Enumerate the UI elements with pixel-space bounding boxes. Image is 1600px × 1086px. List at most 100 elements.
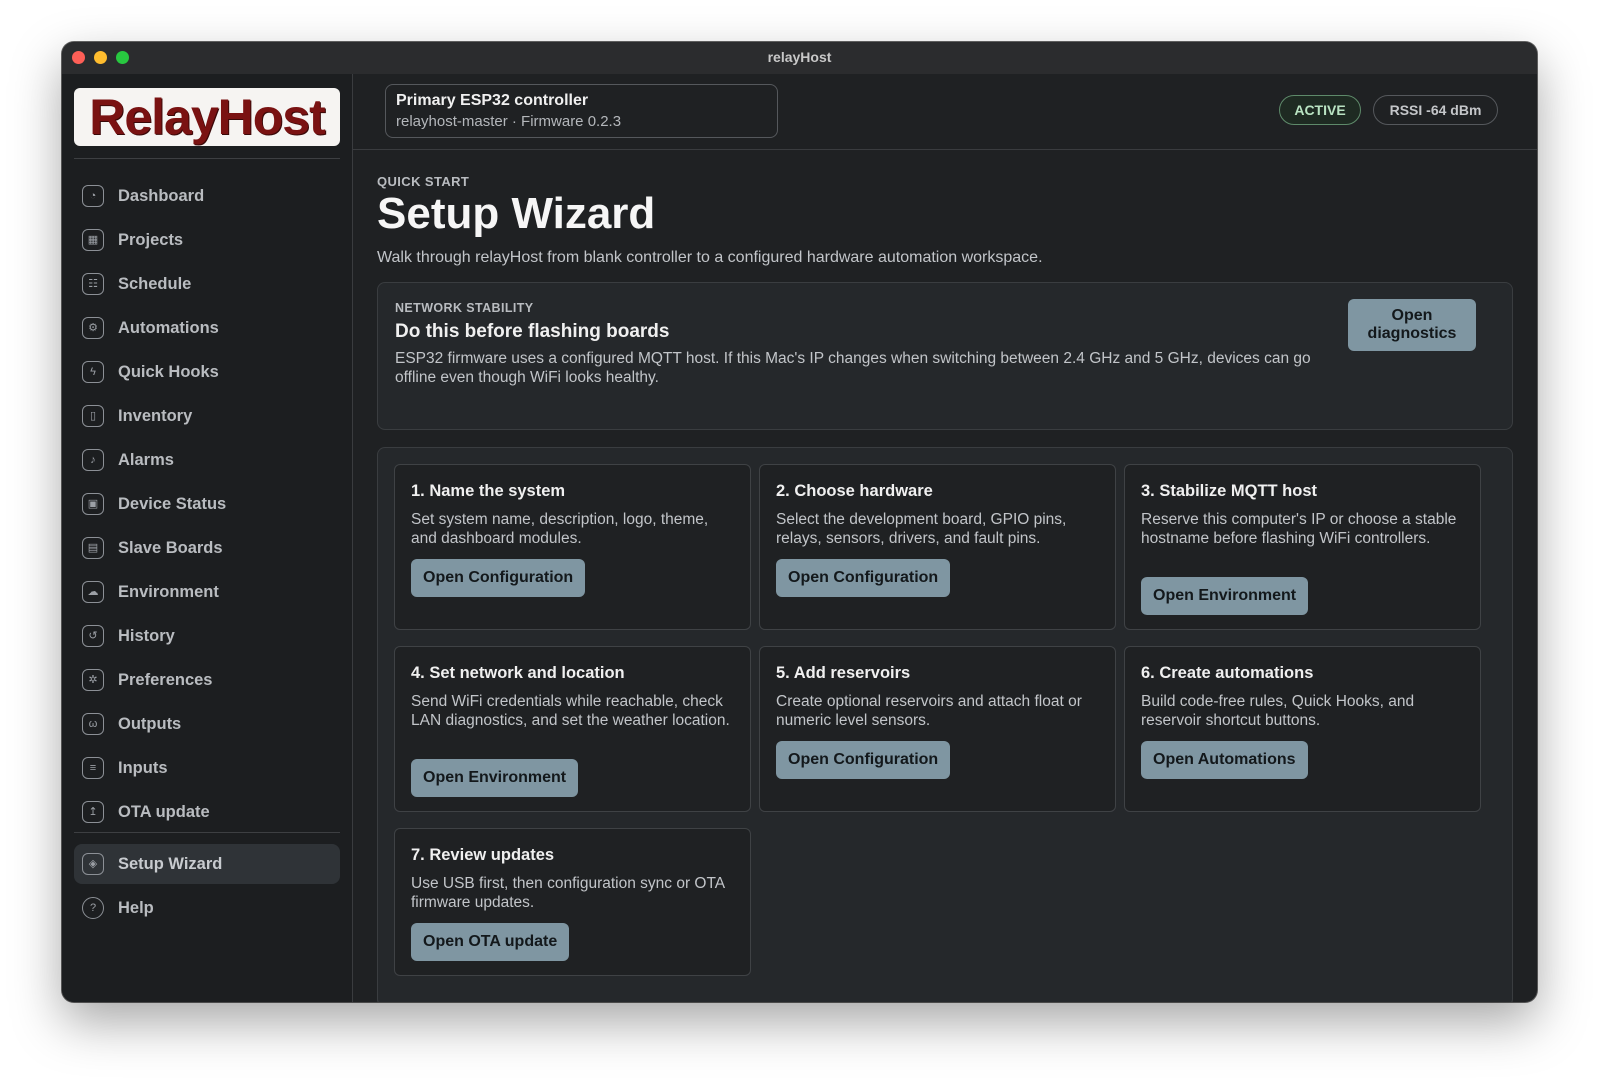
step-card-choose-hardware: 2. Choose hardware Select the developmen… bbox=[759, 464, 1116, 630]
sidebar-item-label: Projects bbox=[118, 230, 184, 249]
notice-eyebrow: NETWORK STABILITY bbox=[395, 301, 534, 315]
sidebar-item-projects[interactable]: ▦ Projects bbox=[74, 220, 340, 260]
sidebar-item-slave-boards[interactable]: ▤ Slave Boards bbox=[74, 528, 340, 568]
sidebar-item-label: Preferences bbox=[118, 670, 213, 689]
sidebar-item-environment[interactable]: ☁ Environment bbox=[74, 572, 340, 612]
open-environment-button[interactable]: Open Environment bbox=[411, 759, 579, 797]
step-card-name-system: 1. Name the system Set system name, desc… bbox=[394, 464, 751, 630]
help-icon: ? bbox=[82, 897, 104, 919]
step-body: Create optional reservoirs and attach fl… bbox=[776, 693, 1082, 729]
app-window: relayHost RelayHost ◔ Dashboard ▦ Projec… bbox=[62, 42, 1537, 1002]
top-bar: Primary ESP32 controller relayhost-maste… bbox=[353, 74, 1537, 150]
sidebar-item-outputs[interactable]: ω Outputs bbox=[74, 704, 340, 744]
history-icon: ↺ bbox=[82, 625, 104, 647]
step-body: Set system name, description, logo, them… bbox=[411, 511, 709, 547]
step-title: 1. Name the system bbox=[411, 482, 566, 500]
controller-subtitle: relayhost-master · Firmware 0.2.3 bbox=[396, 113, 622, 130]
sidebar-item-label: Environment bbox=[118, 582, 219, 601]
page-title: Setup Wizard bbox=[377, 189, 656, 238]
sidebar-item-label: Inputs bbox=[118, 758, 168, 777]
open-configuration-button[interactable]: Open Configuration bbox=[776, 741, 951, 779]
sidebar-item-history[interactable]: ↺ History bbox=[74, 616, 340, 656]
step-card-network-location: 4. Set network and location Send WiFi cr… bbox=[394, 646, 751, 812]
chip-icon: ▣ bbox=[82, 493, 104, 515]
sidebar-item-ota-update[interactable]: ↥ OTA update bbox=[74, 792, 340, 832]
sidebar-item-alarms[interactable]: ♪ Alarms bbox=[74, 440, 340, 480]
sidebar-item-device-status[interactable]: ▣ Device Status bbox=[74, 484, 340, 524]
bell-icon: ♪ bbox=[82, 449, 104, 471]
logo-text: RelayHost bbox=[89, 89, 326, 145]
sidebar-item-help[interactable]: ? Help bbox=[74, 888, 340, 928]
sidebar-item-label: OTA update bbox=[118, 802, 210, 821]
step-title: 5. Add reservoirs bbox=[776, 664, 911, 682]
step-title: 3. Stabilize MQTT host bbox=[1141, 482, 1318, 500]
page-eyebrow: QUICK START bbox=[377, 174, 470, 189]
sidebar-item-label: Outputs bbox=[118, 714, 182, 733]
open-configuration-button[interactable]: Open Configuration bbox=[411, 559, 586, 597]
lightning-icon: ϟ bbox=[82, 361, 104, 383]
page-description: Walk through relayHost from blank contro… bbox=[377, 249, 1043, 266]
sidebar-item-label: Schedule bbox=[118, 274, 192, 293]
controller-name: Primary ESP32 controller bbox=[396, 92, 589, 109]
open-automations-button[interactable]: Open Automations bbox=[1141, 741, 1308, 779]
board-icon: ▤ bbox=[82, 537, 104, 559]
page-content: QUICK START Setup Wizard Walk through re… bbox=[377, 149, 1513, 1002]
open-diagnostics-button[interactable]: Open diagnostics bbox=[1348, 299, 1476, 351]
notice-title: Do this before flashing boards bbox=[395, 321, 670, 342]
step-card-create-automations: 6. Create automations Build code-free ru… bbox=[1124, 646, 1481, 812]
step-body: Use USB first, then configuration sync o… bbox=[411, 875, 725, 911]
automations-icon: ⚙ bbox=[82, 317, 104, 339]
step-body: Build code-free rules, Quick Hooks, and … bbox=[1141, 693, 1415, 729]
main-area: Primary ESP32 controller relayhost-maste… bbox=[353, 74, 1537, 1002]
step-title: 4. Set network and location bbox=[411, 664, 625, 682]
upload-icon: ↥ bbox=[82, 801, 104, 823]
gear-icon: ✲ bbox=[82, 669, 104, 691]
step-card-stabilize-mqtt: 3. Stabilize MQTT host Reserve this comp… bbox=[1124, 464, 1481, 630]
sidebar-item-automations[interactable]: ⚙ Automations bbox=[74, 308, 340, 348]
sidebar-item-quick-hooks[interactable]: ϟ Quick Hooks bbox=[74, 352, 340, 392]
step-card-add-reservoirs: 5. Add reservoirs Create optional reserv… bbox=[759, 646, 1116, 812]
open-environment-button[interactable]: Open Environment bbox=[1141, 577, 1309, 615]
sidebar-item-label: Automations bbox=[118, 318, 219, 337]
sidebar-item-label: Quick Hooks bbox=[118, 362, 219, 381]
inventory-icon: ▯ bbox=[82, 405, 104, 427]
sidebar: RelayHost ◔ Dashboard ▦ Projects ☷ Sched… bbox=[62, 74, 353, 1002]
title-bar: relayHost bbox=[62, 42, 1537, 75]
sidebar-item-label: Alarms bbox=[118, 450, 174, 469]
step-body: Send WiFi credentials while reachable, c… bbox=[411, 693, 730, 729]
dashboard-icon: ◔ bbox=[82, 185, 104, 207]
sidebar-item-label: Setup Wizard bbox=[118, 854, 223, 873]
outputs-icon: ω bbox=[82, 713, 104, 735]
sidebar-item-preferences[interactable]: ✲ Preferences bbox=[74, 660, 340, 700]
sidebar-item-label: Inventory bbox=[118, 406, 193, 425]
open-configuration-button[interactable]: Open Configuration bbox=[776, 559, 951, 597]
sidebar-divider bbox=[74, 158, 340, 159]
step-title: 2. Choose hardware bbox=[776, 482, 933, 500]
status-badge: ACTIVE bbox=[1279, 95, 1361, 125]
sidebar-item-inventory[interactable]: ▯ Inventory bbox=[74, 396, 340, 436]
cloud-icon: ☁ bbox=[82, 581, 104, 603]
step-body: Reserve this computer's IP or choose a s… bbox=[1141, 511, 1457, 547]
sidebar-bottom-nav: ◈ Setup Wizard ? Help bbox=[74, 844, 340, 932]
sidebar-nav: ◔ Dashboard ▦ Projects ☷ Schedule ⚙ Auto… bbox=[74, 176, 340, 836]
notice-body: ESP32 firmware uses a configured MQTT ho… bbox=[395, 350, 1311, 386]
step-card-review-updates: 7. Review updates Use USB first, then co… bbox=[394, 828, 751, 976]
wizard-steps-panel: 1. Name the system Set system name, desc… bbox=[377, 447, 1513, 1002]
controller-selector[interactable]: Primary ESP32 controller relayhost-maste… bbox=[385, 84, 778, 138]
sidebar-item-label: Slave Boards bbox=[118, 538, 223, 557]
sidebar-item-setup-wizard[interactable]: ◈ Setup Wizard bbox=[74, 844, 340, 884]
projects-icon: ▦ bbox=[82, 229, 104, 251]
network-stability-notice: NETWORK STABILITY Do this before flashin… bbox=[377, 282, 1513, 430]
open-ota-update-button[interactable]: Open OTA update bbox=[411, 923, 570, 961]
step-title: 7. Review updates bbox=[411, 846, 555, 864]
window-title: relayHost bbox=[767, 49, 832, 65]
sidebar-item-label: Help bbox=[118, 898, 154, 917]
sidebar-item-dashboard[interactable]: ◔ Dashboard bbox=[74, 176, 340, 216]
inputs-icon: ≡ bbox=[82, 757, 104, 779]
sidebar-divider bbox=[74, 832, 340, 833]
layers-icon: ◈ bbox=[82, 853, 104, 875]
rssi-badge: RSSI -64 dBm bbox=[1373, 95, 1498, 125]
sidebar-item-schedule[interactable]: ☷ Schedule bbox=[74, 264, 340, 304]
step-title: 6. Create automations bbox=[1141, 664, 1314, 682]
sidebar-item-inputs[interactable]: ≡ Inputs bbox=[74, 748, 340, 788]
